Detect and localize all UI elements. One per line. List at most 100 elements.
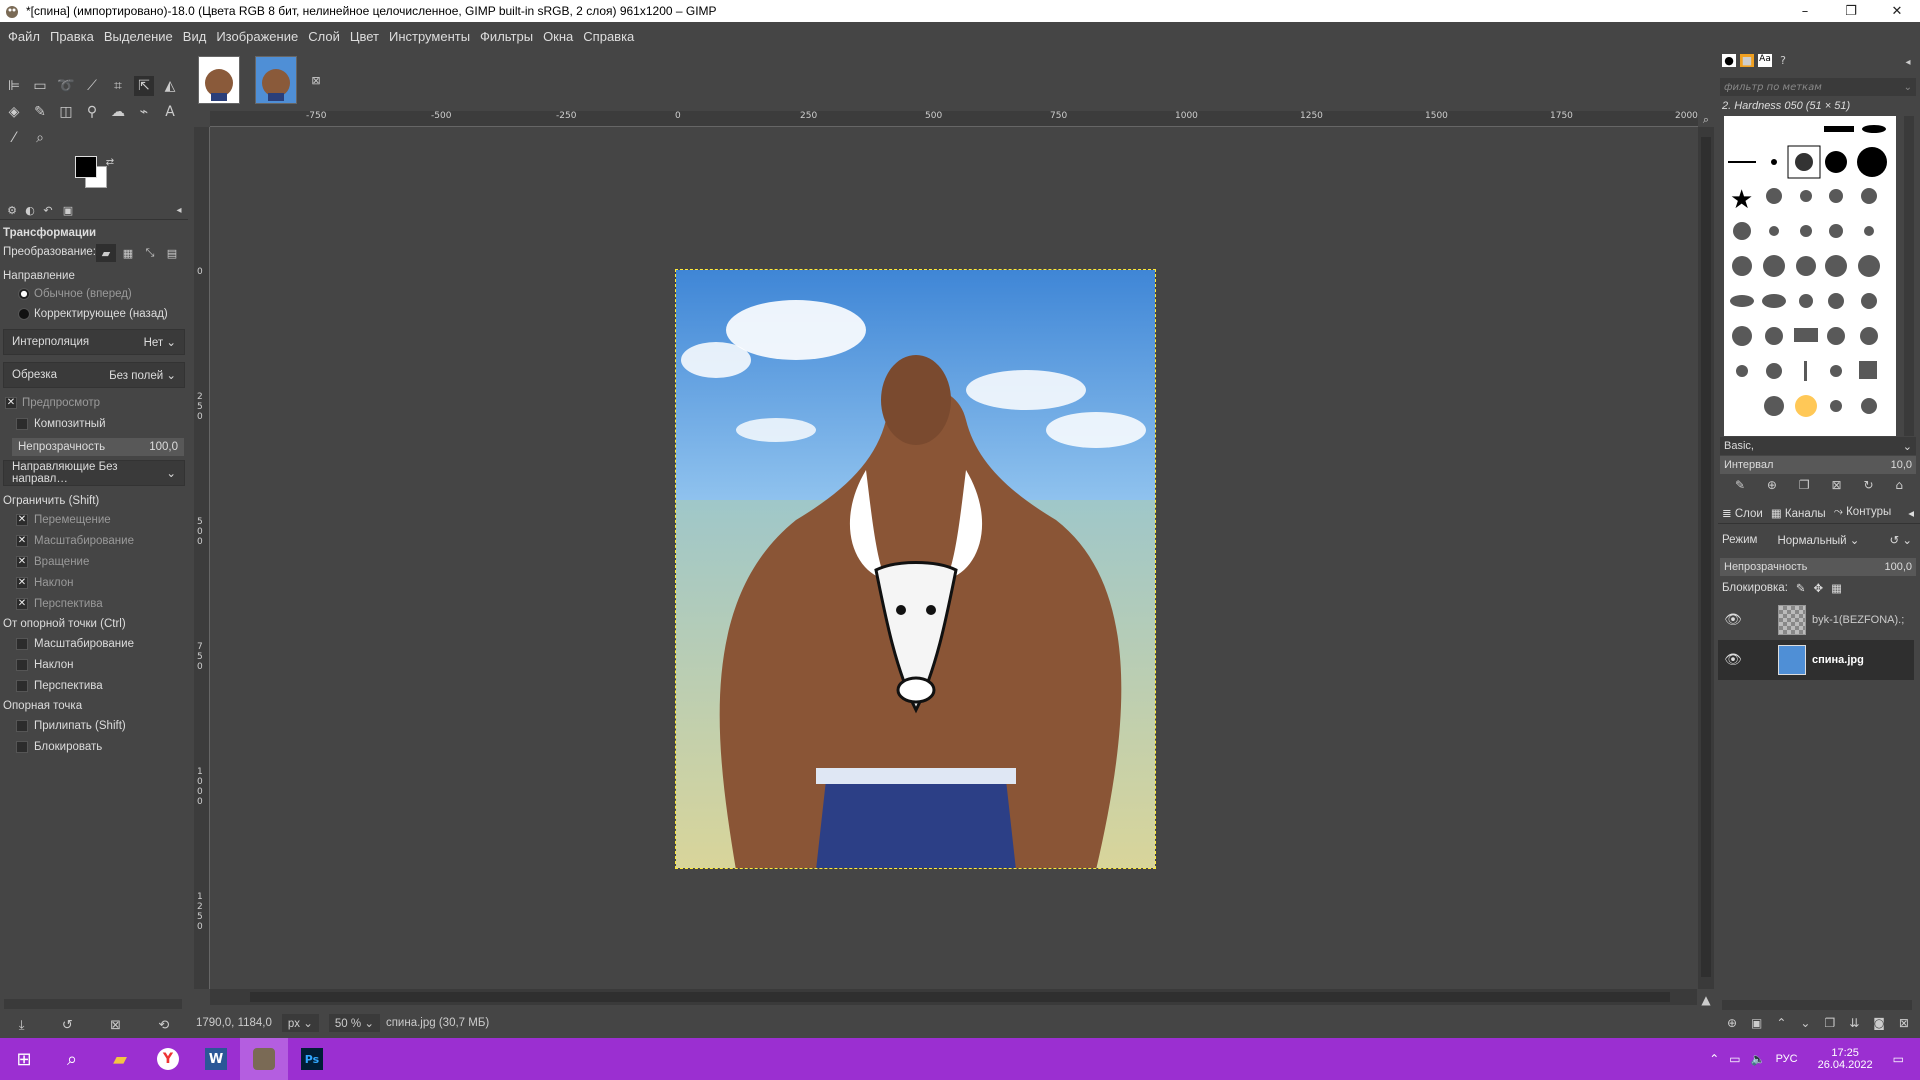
transform-selection-icon[interactable]: ▦ [118,244,138,262]
warp-icon[interactable]: ◭ [160,76,180,96]
crop-icon[interactable]: ⌗ [108,76,128,96]
network-icon[interactable]: ▭ [1729,1052,1740,1066]
merge-layer-icon[interactable]: ⇊ [1849,1016,1859,1034]
left-panel-scrollbar[interactable] [4,999,182,1009]
mask-layer-icon[interactable]: ◙ [1873,1016,1885,1034]
start-button[interactable]: ⊞ [0,1038,48,1080]
photoshop-icon[interactable]: Ps [288,1038,336,1080]
delete-options-icon[interactable]: ⊠ [110,1018,121,1033]
maximize-button[interactable]: ❐ [1828,0,1874,22]
zoom-tool-icon[interactable]: ⌕ [30,128,50,148]
align-tool-icon[interactable]: ⊫ [4,76,24,96]
lock-checkbox[interactable] [16,741,28,753]
paintbrush-icon[interactable]: ✎ [30,102,50,122]
transform-layer-icon[interactable]: ▰ [96,244,116,262]
menu-windows[interactable]: Окна [538,29,578,44]
brush-grid-scrollbar[interactable] [1904,116,1914,436]
transform-path-icon[interactable]: ⤡ [140,244,160,262]
duplicate-layer-icon[interactable]: ❐ [1824,1016,1835,1034]
minimize-button[interactable]: – [1782,0,1828,22]
eye-icon[interactable]: 👁 [1718,652,1748,668]
eye-icon[interactable]: 👁 [1718,612,1748,628]
search-icon[interactable]: ⌕ [48,1038,96,1080]
dock-menu-icon[interactable]: ◂ [172,202,186,218]
brushes-tab-icon[interactable]: ● [1722,54,1736,67]
edit-brush-icon[interactable]: ✎ [1735,478,1745,494]
menu-help[interactable]: Справка [578,29,639,44]
lock-alpha-icon[interactable]: ▦ [1831,581,1842,595]
vertical-scroll-thumb[interactable] [1701,137,1711,977]
interpolation-combo[interactable]: Интерполяция Нет ⌄ [3,329,185,355]
lock-pixels-icon[interactable]: ✎ [1796,581,1806,595]
new-layer-icon[interactable]: ⊕ [1727,1016,1737,1034]
duplicate-brush-icon[interactable]: ❐ [1799,478,1810,494]
new-layer-group-icon[interactable]: ▣ [1751,1016,1762,1034]
close-image-tab-icon[interactable]: ⊠ [306,70,326,90]
raise-layer-icon[interactable]: ⌃ [1776,1016,1786,1034]
close-button[interactable]: ✕ [1874,0,1920,22]
text-tool-icon[interactable]: A [160,102,180,122]
save-options-icon[interactable]: ⤓ [19,1018,25,1033]
fonts-tab-icon[interactable]: Aa [1758,54,1772,67]
color-picker-icon[interactable]: ⁄ [4,128,24,148]
layers-scrollbar[interactable] [1722,1000,1912,1010]
lasso-icon[interactable]: ➰ [56,76,76,96]
direction-corrective-radio[interactable] [18,308,30,320]
layer-mode-select[interactable]: Нормальный ⌄ [1777,533,1859,547]
image-canvas[interactable] [675,269,1156,869]
eraser-icon[interactable]: ◫ [56,102,76,122]
images-tab-icon[interactable]: ▣ [60,202,76,218]
clone-icon[interactable]: ⚲ [82,102,102,122]
help-tab-icon[interactable]: ? [1776,54,1790,67]
delete-layer-icon[interactable]: ⊠ [1899,1016,1909,1034]
rect-select-icon[interactable]: ▭ [30,76,50,96]
refresh-brushes-icon[interactable]: ↻ [1863,478,1873,494]
dock-menu-icon[interactable]: ◂ [1898,52,1918,72]
delete-brush-icon[interactable]: ⊠ [1832,478,1842,494]
unified-transform-icon[interactable]: ⇱ [134,76,154,96]
tool-options-tab-icon[interactable]: ⚙ [4,202,20,218]
menu-view[interactable]: Вид [178,29,212,44]
notifications-icon[interactable]: ▭ [1893,1052,1904,1066]
layer-row[interactable]: 👁 byk-1(BEZFONA).; [1718,600,1914,640]
constrain-move-checkbox[interactable]: ✕ [16,514,28,526]
brush-spacing-slider[interactable]: Интервал 10,0 [1720,456,1916,474]
patterns-tab-icon[interactable]: ■ [1740,54,1754,67]
paths-icon[interactable]: ⌁ [134,102,154,122]
zoom-select[interactable]: 50 % ⌄ [328,1014,380,1032]
constrain-scale-checkbox[interactable]: ✕ [16,535,28,547]
constrain-shear-checkbox[interactable]: ✕ [16,577,28,589]
layer-row[interactable]: 👁 спина.jpg [1718,640,1914,680]
vertical-scrollbar[interactable] [1698,127,1714,989]
new-brush-icon[interactable]: ⊕ [1767,478,1777,494]
direction-normal-radio[interactable]: ● [18,288,30,300]
brush-tag-filter[interactable]: фильтр по меткам ⌄ [1720,78,1916,96]
open-brush-icon[interactable]: ⌂ [1895,478,1903,494]
menu-layer[interactable]: Слой [303,29,345,44]
device-status-tab-icon[interactable]: ◐ [22,202,38,218]
word-icon[interactable]: W [192,1038,240,1080]
image-tab-thumbnail-2[interactable] [255,56,297,104]
tab-channels[interactable]: ▦ Каналы [1771,506,1826,520]
foreground-color-swatch[interactable] [75,156,97,178]
reset-options-icon[interactable]: ⟲ [158,1018,169,1033]
bucket-fill-icon[interactable]: ◈ [4,102,24,122]
zoom-fit-icon[interactable]: ⌕ [1696,110,1716,130]
layer-opacity-slider[interactable]: Непрозрачность 100,0 [1720,558,1916,576]
pivot-perspective-checkbox[interactable] [16,680,28,692]
horizontal-scrollbar[interactable] [210,989,1697,1005]
tab-paths[interactable]: ⤳ Контуры [1834,506,1892,519]
menu-edit[interactable]: Правка [45,29,99,44]
input-language[interactable]: РУС [1776,1053,1798,1065]
menu-file[interactable]: Файл [3,29,45,44]
dock-menu-icon[interactable]: ◂ [1908,506,1914,520]
fuzzy-select-icon[interactable]: ⟋ [82,76,102,96]
opacity-slider[interactable]: Непрозрачность 100,0 [12,438,184,456]
smudge-icon[interactable]: ☁ [108,102,128,122]
snap-checkbox[interactable] [16,720,28,732]
transform-image-icon[interactable]: ▤ [162,244,182,262]
guides-combo[interactable]: Направляющие Без направл… ⌄ [3,460,185,486]
image-tab-thumbnail-1[interactable] [198,56,240,104]
pivot-shear-checkbox[interactable] [16,659,28,671]
constrain-rotate-checkbox[interactable]: ✕ [16,556,28,568]
